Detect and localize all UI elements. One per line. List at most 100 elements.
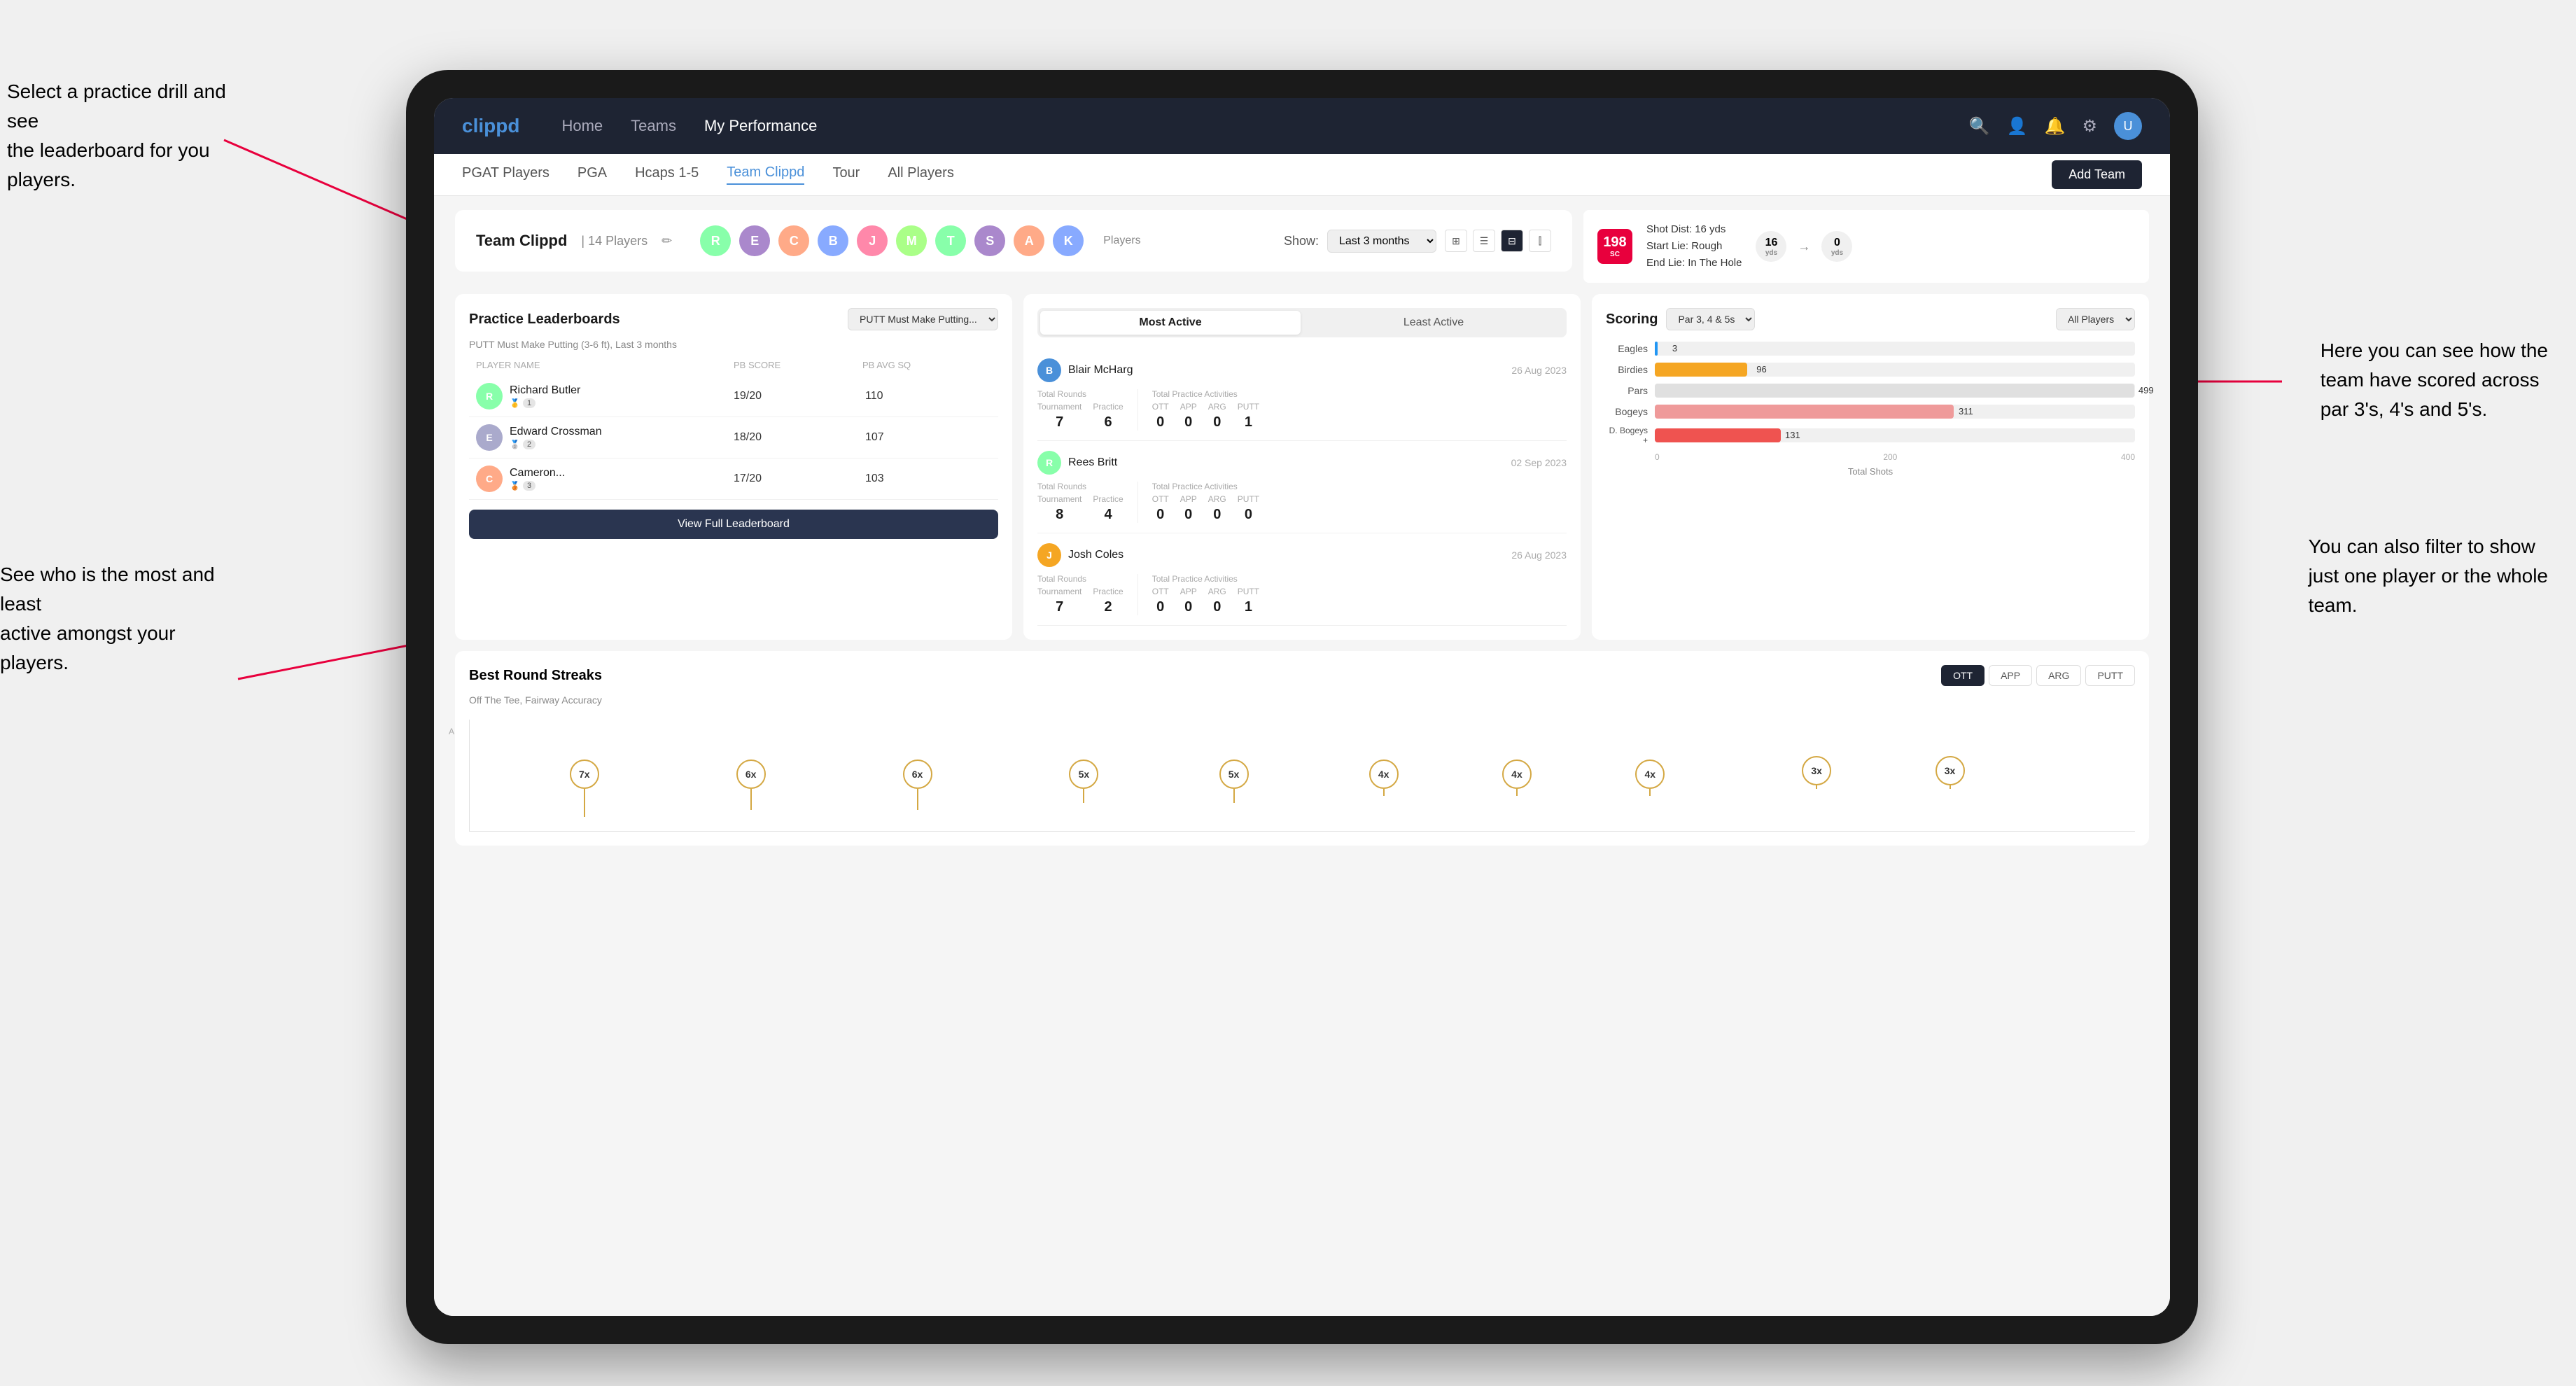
- lb-name-2: Edward Crossman: [510, 426, 602, 438]
- person-icon[interactable]: 👤: [2007, 116, 2028, 136]
- settings-icon[interactable]: ⚙: [2082, 116, 2097, 136]
- scoring-header: Scoring Par 3, 4 & 5s Par 3s Par 4s Par …: [1606, 308, 2135, 330]
- leaderboard-dropdown[interactable]: PUTT Must Make Putting...: [848, 308, 998, 330]
- subnav: PGAT Players PGA Hcaps 1-5 Team Clippd T…: [434, 154, 2170, 196]
- add-team-button[interactable]: Add Team: [2052, 160, 2142, 189]
- view-grid-icon[interactable]: ⊞: [1445, 230, 1467, 252]
- act-stats-3: Total Rounds Tournament 7 Practice 2: [1037, 574, 1567, 615]
- annotation-right2: You can also filter to show just one pla…: [2309, 532, 2548, 620]
- act-info-2: R Rees Britt: [1037, 451, 1117, 475]
- subnav-pgat[interactable]: PGAT Players: [462, 165, 550, 184]
- edit-icon[interactable]: ✏: [662, 234, 672, 248]
- nav-link-home[interactable]: Home: [561, 117, 603, 135]
- player-avatar-5[interactable]: J: [857, 225, 888, 256]
- activity-player-3: J Josh Coles 26 Aug 2023 Total Rounds To…: [1037, 533, 1567, 626]
- subnav-team-clippd[interactable]: Team Clippd: [727, 164, 804, 185]
- streak-dot-10: 3x: [1935, 756, 1965, 789]
- lb-avatar-1: R: [476, 383, 503, 410]
- view-list-icon[interactable]: ☰: [1473, 230, 1495, 252]
- bar-label-dbogeys: D. Bogeys +: [1606, 426, 1648, 445]
- streak-bubble-2: 6x: [736, 760, 766, 789]
- bar-label-pars: Pars: [1606, 385, 1648, 396]
- lb-score-2: 18/20: [734, 431, 860, 444]
- team-count: | 14 Players: [581, 234, 648, 248]
- lb-avg-2: 107: [865, 431, 991, 444]
- silver-medal-icon: 🥈: [510, 440, 520, 449]
- subnav-tour[interactable]: Tour: [832, 165, 860, 184]
- tab-putt[interactable]: PUTT: [2085, 665, 2135, 686]
- streak-dot-7: 4x: [1502, 760, 1532, 796]
- streak-chart: A 7x 6x 6x 5x: [469, 720, 2135, 832]
- scoring-player-filter-select[interactable]: All Players: [2056, 308, 2135, 330]
- subnav-all-players[interactable]: All Players: [888, 165, 953, 184]
- tab-most-active[interactable]: Most Active: [1040, 311, 1301, 335]
- player-avatar-10[interactable]: K: [1053, 225, 1084, 256]
- lb-player-2: E Edward Crossman 🥈 2: [476, 424, 728, 451]
- player-avatar-6[interactable]: M: [896, 225, 927, 256]
- search-icon[interactable]: 🔍: [1969, 116, 1990, 136]
- streak-bubble-7: 4x: [1502, 760, 1532, 789]
- lb-name-wrap-2: Edward Crossman 🥈 2: [510, 426, 602, 449]
- nav-icons: 🔍 👤 🔔 ⚙ U: [1969, 112, 2142, 140]
- player-avatar-8[interactable]: S: [974, 225, 1005, 256]
- act-info-1: B Blair McHarg: [1037, 358, 1133, 382]
- bar-row-dbogeys: D. Bogeys + 131: [1606, 426, 2135, 445]
- act-stats-1: Total Rounds Tournament 7 Practice 6: [1037, 389, 1567, 430]
- show-select[interactable]: Last 3 months Last 6 months Last 12 mont…: [1327, 230, 1436, 253]
- act-header-3: J Josh Coles 26 Aug 2023: [1037, 543, 1567, 567]
- act-info-3: J Josh Coles: [1037, 543, 1124, 567]
- player-avatar-4[interactable]: B: [818, 225, 848, 256]
- lb-badge-3: 🥉 3: [510, 481, 565, 491]
- streak-bubble-6: 4x: [1369, 760, 1399, 789]
- bar-value-birdies: 96: [1756, 364, 1766, 374]
- lb-badge-num-2: 2: [523, 440, 536, 449]
- bar-track-bogeys: 311: [1655, 405, 2135, 419]
- lb-score-1: 19/20: [734, 390, 860, 402]
- streak-bubble-8: 4x: [1635, 760, 1665, 789]
- act-total-rounds-1: Total Rounds Tournament 7 Practice 6: [1037, 389, 1124, 430]
- subnav-hcaps[interactable]: Hcaps 1-5: [635, 165, 699, 184]
- tab-arg[interactable]: ARG: [2036, 665, 2081, 686]
- bell-icon[interactable]: 🔔: [2045, 116, 2066, 136]
- streak-bubble-1: 7x: [570, 760, 599, 789]
- act-stats-2: Total Rounds Tournament 8 Practice 4: [1037, 482, 1567, 523]
- nav-link-performance[interactable]: My Performance: [704, 117, 817, 135]
- bar-row-eagles: Eagles 3: [1606, 342, 2135, 356]
- lb-player-3: C Cameron... 🥉 3: [476, 465, 728, 492]
- tab-ott[interactable]: OTT: [1941, 665, 1984, 686]
- act-name-2: Rees Britt: [1068, 456, 1117, 469]
- streak-dot-1: 7x: [570, 760, 599, 817]
- player-avatar-3[interactable]: C: [778, 225, 809, 256]
- act-total-rounds-3: Total Rounds Tournament 7 Practice 2: [1037, 574, 1124, 615]
- view-full-leaderboard-button[interactable]: View Full Leaderboard: [469, 510, 998, 539]
- player-avatar-1[interactable]: R: [700, 225, 731, 256]
- show-label: Show:: [1284, 234, 1319, 248]
- streak-dot-5: 5x: [1219, 760, 1249, 803]
- view-card-icon[interactable]: ⊟: [1501, 230, 1523, 252]
- bar-fill-pars: 499: [1655, 384, 2134, 398]
- bar-track-dbogeys: 131: [1655, 428, 2135, 442]
- leaderboard-subtitle: PUTT Must Make Putting (3-6 ft), Last 3 …: [469, 339, 998, 350]
- lb-name-1: Richard Butler: [510, 384, 580, 397]
- bar-value-bogeys: 311: [1959, 406, 1973, 416]
- tab-least-active[interactable]: Least Active: [1303, 311, 1564, 335]
- player-avatar-9[interactable]: A: [1014, 225, 1044, 256]
- three-col-section: Practice Leaderboards PUTT Must Make Put…: [455, 294, 2149, 640]
- player-avatar-7[interactable]: T: [935, 225, 966, 256]
- streak-pin-5: [1233, 789, 1235, 803]
- x-label-200: 200: [1883, 452, 1897, 462]
- tab-app[interactable]: APP: [1989, 665, 2032, 686]
- avatar[interactable]: U: [2114, 112, 2142, 140]
- main-content: Team Clippd | 14 Players ✏ R E C B J M T…: [434, 196, 2170, 1316]
- bar-row-pars: Pars 499: [1606, 384, 2135, 398]
- lb-name-wrap-3: Cameron... 🥉 3: [510, 467, 565, 491]
- player-avatar-2[interactable]: E: [739, 225, 770, 256]
- activity-player-2: R Rees Britt 02 Sep 2023 Total Rounds To…: [1037, 441, 1567, 533]
- subnav-pga[interactable]: PGA: [578, 165, 607, 184]
- act-header-2: R Rees Britt 02 Sep 2023: [1037, 451, 1567, 475]
- act-name-3: Josh Coles: [1068, 549, 1124, 561]
- lb-row-2: E Edward Crossman 🥈 2 18/20 107: [469, 417, 998, 458]
- view-filter-icon[interactable]: ⫿: [1529, 230, 1551, 252]
- nav-link-teams[interactable]: Teams: [631, 117, 676, 135]
- scoring-filter-select[interactable]: Par 3, 4 & 5s Par 3s Par 4s Par 5s: [1666, 308, 1755, 330]
